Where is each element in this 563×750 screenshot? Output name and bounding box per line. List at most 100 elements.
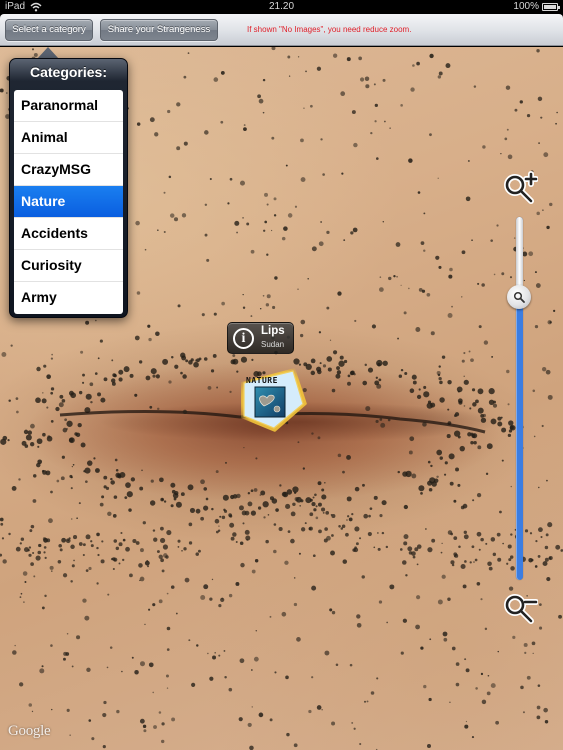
- shrub: [90, 544, 94, 548]
- shrub: [160, 526, 164, 531]
- shrub: [188, 541, 193, 545]
- category-item-animal[interactable]: Animal: [14, 122, 123, 154]
- shrub: [242, 293, 244, 296]
- shrub: [382, 221, 385, 223]
- select-category-button[interactable]: Select a category: [5, 19, 93, 41]
- category-item-accidents[interactable]: Accidents: [14, 218, 123, 250]
- info-icon[interactable]: i: [233, 328, 254, 349]
- shrub: [356, 614, 361, 619]
- shrub: [240, 562, 245, 568]
- shrub: [491, 355, 494, 358]
- shrub: [146, 559, 149, 562]
- shrub: [239, 658, 245, 664]
- shrub: [111, 359, 114, 362]
- shrub: [535, 283, 541, 288]
- shrub: [129, 573, 133, 578]
- shrub: [397, 337, 400, 340]
- shrub: [409, 388, 415, 394]
- shrub: [351, 721, 354, 724]
- shrub: [76, 517, 78, 520]
- shrub: [346, 519, 348, 521]
- shrub: [448, 274, 453, 279]
- shrub: [378, 600, 383, 604]
- shrub: [8, 532, 11, 536]
- shrub: [529, 532, 533, 535]
- shrub: [311, 502, 316, 507]
- shrub: [465, 196, 471, 202]
- shrub: [374, 103, 378, 107]
- category-item-army[interactable]: Army: [14, 282, 123, 314]
- shrub: [247, 722, 252, 728]
- shrub: [251, 569, 256, 574]
- zoom-out-icon[interactable]: [502, 591, 538, 625]
- zoom-slider-thumb[interactable]: [507, 284, 531, 309]
- shrub: [418, 388, 421, 391]
- shrub: [243, 124, 246, 127]
- shrub: [488, 399, 495, 406]
- shrub: [505, 85, 511, 90]
- category-item-curiosity[interactable]: Curiosity: [14, 250, 123, 282]
- shrub: [324, 481, 326, 484]
- shrub: [472, 402, 477, 407]
- shrub: [12, 650, 17, 655]
- shrub: [6, 92, 8, 94]
- category-item-nature[interactable]: Nature: [14, 186, 123, 218]
- shrub: [100, 559, 105, 564]
- shrub: [267, 514, 270, 516]
- shrub: [490, 683, 496, 689]
- shrub: [430, 402, 436, 408]
- shrub: [538, 527, 543, 533]
- shrub: [464, 724, 469, 729]
- shrub: [76, 635, 81, 640]
- shrub: [384, 120, 386, 123]
- zoom-slider-track[interactable]: [516, 217, 523, 580]
- shrub: [24, 581, 27, 584]
- shrub: [480, 598, 483, 601]
- shrub: [342, 470, 345, 474]
- shrub: [42, 392, 44, 394]
- shrub: [398, 374, 403, 378]
- category-list: Paranormal Animal CrazyMSG Nature Accide…: [14, 90, 123, 314]
- shrub: [435, 255, 440, 260]
- shrub: [547, 522, 553, 528]
- shrub: [409, 436, 415, 442]
- nature-pin-marker[interactable]: NATURE: [237, 366, 309, 434]
- shrub: [166, 648, 170, 651]
- shrub: [274, 276, 278, 280]
- shrub: [59, 394, 64, 399]
- shrub: [331, 610, 336, 615]
- shrub: [70, 487, 73, 490]
- shrub: [495, 720, 499, 725]
- shrub: [273, 549, 277, 554]
- category-item-crazymsg[interactable]: CrazyMSG: [14, 154, 123, 186]
- annotation-callout[interactable]: i Lips Sudan: [227, 322, 294, 354]
- shrub: [139, 661, 145, 667]
- shrub: [238, 505, 244, 511]
- shrub: [125, 546, 130, 552]
- zoom-in-icon[interactable]: [502, 171, 538, 205]
- shrub: [393, 274, 396, 278]
- shrub: [444, 461, 448, 465]
- shrub: [526, 675, 531, 680]
- shrub: [463, 530, 467, 534]
- shrub: [284, 560, 289, 565]
- shrub: [484, 627, 488, 631]
- share-strangeness-button[interactable]: Share your Strangeness: [100, 19, 218, 41]
- category-item-paranormal[interactable]: Paranormal: [14, 90, 123, 122]
- shrub: [438, 265, 442, 269]
- shrub: [94, 468, 100, 473]
- shrub: [163, 230, 166, 233]
- shrub: [403, 534, 409, 540]
- shrub: [438, 376, 442, 381]
- shrub: [457, 435, 461, 439]
- shrub: [395, 242, 401, 247]
- shrub: [85, 393, 92, 400]
- shrub: [386, 621, 388, 624]
- shrub: [445, 63, 451, 69]
- shrub: [200, 479, 205, 485]
- shrub: [75, 432, 81, 438]
- shrub: [255, 630, 258, 632]
- shrub: [187, 484, 194, 491]
- shrub: [78, 390, 83, 395]
- shrub: [416, 563, 419, 566]
